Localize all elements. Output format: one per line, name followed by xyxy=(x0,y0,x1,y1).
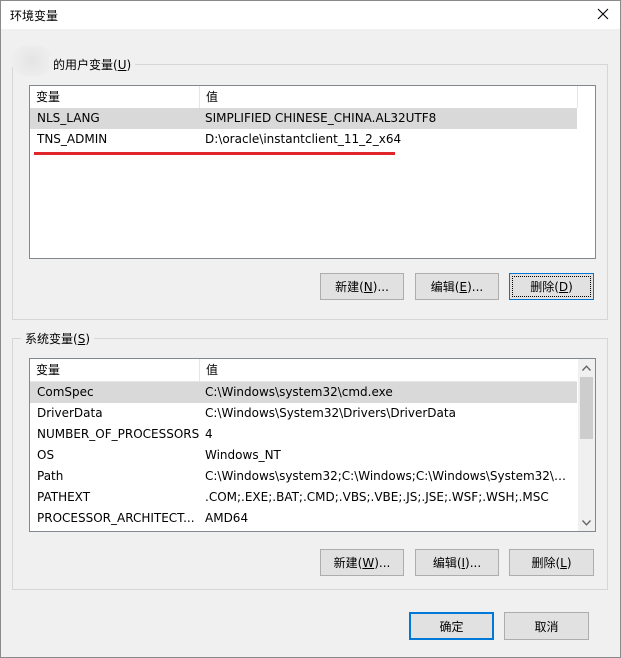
scroll-up-button[interactable] xyxy=(578,359,595,376)
list-item[interactable]: NLS_LANG SIMPLIFIED CHINESE_CHINA.AL32UT… xyxy=(30,108,577,129)
system-edit-button[interactable]: 编辑(I)... xyxy=(415,549,499,576)
variable-value: C:\Windows\System32\Drivers\DriverData xyxy=(205,406,456,420)
user-avatar-blur xyxy=(11,46,53,76)
window-title: 环境变量 xyxy=(10,9,59,23)
list-item[interactable]: PROCESSOR_ARCHITECT... AMD64 xyxy=(30,508,577,529)
user-edit-button[interactable]: 编辑(E)... xyxy=(415,273,499,300)
chevron-up-icon xyxy=(582,364,591,371)
cancel-button[interactable]: 取消 xyxy=(504,612,589,640)
chevron-down-icon xyxy=(582,519,591,526)
list-item[interactable]: ComSpec C:\Windows\system32\cmd.exe xyxy=(30,382,577,403)
system-variables-list[interactable]: 变量 值 ComSpec C:\Windows\system32\cmd.exe… xyxy=(29,358,596,532)
variable-value: D:\oracle\instantclient_11_2_x64 xyxy=(205,132,402,146)
variable-value: Windows_NT xyxy=(205,448,281,462)
list-header: 变量 值 xyxy=(30,86,578,109)
vertical-scrollbar[interactable] xyxy=(578,359,595,531)
variable-name: Path xyxy=(37,469,64,483)
column-header-name[interactable]: 变量 xyxy=(30,86,200,108)
focus-rectangle xyxy=(512,276,591,297)
scroll-down-button[interactable] xyxy=(578,514,595,531)
close-icon xyxy=(597,8,609,20)
variable-value: 4 xyxy=(205,427,213,441)
list-item[interactable]: PATHEXT .COM;.EXE;.BAT;.CMD;.VBS;.VBE;.J… xyxy=(30,487,577,508)
column-header-value[interactable]: 值 xyxy=(200,359,577,381)
environment-variables-dialog: 环境变量 的用户变量(U) 变量 值 NLS_LANG SIMPLIFIED C… xyxy=(0,0,621,658)
user-variables-list[interactable]: 变量 值 NLS_LANG SIMPLIFIED CHINESE_CHINA.A… xyxy=(29,85,596,259)
variable-name: PROCESSOR_ARCHITECT... xyxy=(37,511,195,525)
list-item[interactable]: DriverData C:\Windows\System32\Drivers\D… xyxy=(30,403,577,424)
list-header: 变量 值 xyxy=(30,359,577,382)
user-variables-label: 的用户变量(U) xyxy=(49,56,136,73)
scroll-thumb[interactable] xyxy=(580,377,593,439)
list-item[interactable]: Path C:\Windows\system32;C:\Windows;C:\W… xyxy=(30,466,577,487)
variable-value: AMD64 xyxy=(205,511,249,525)
variable-name: DriverData xyxy=(37,406,103,420)
system-variables-label: 系统变量(S) xyxy=(21,330,94,347)
variable-value: SIMPLIFIED CHINESE_CHINA.AL32UTF8 xyxy=(205,111,437,125)
variable-name: PATHEXT xyxy=(37,490,91,504)
column-header-name[interactable]: 变量 xyxy=(30,359,200,381)
variable-value: C:\Windows\system32\cmd.exe xyxy=(205,385,393,399)
column-header-value[interactable]: 值 xyxy=(200,86,578,108)
ok-button[interactable]: 确定 xyxy=(409,612,494,640)
system-delete-button[interactable]: 删除(L) xyxy=(509,549,594,576)
variable-name: NLS_LANG xyxy=(37,111,100,125)
list-item[interactable]: TNS_ADMIN D:\oracle\instantclient_11_2_x… xyxy=(30,129,577,150)
variable-value: .COM;.EXE;.BAT;.CMD;.VBS;.VBE;.JS;.JSE;.… xyxy=(205,490,549,504)
highlight-underline xyxy=(34,152,395,155)
close-button[interactable] xyxy=(592,4,614,24)
variable-value: C:\Windows\system32;C:\Windows;C:\Window… xyxy=(205,469,573,483)
list-item[interactable]: OS Windows_NT xyxy=(30,445,577,466)
title-bar: 环境变量 xyxy=(1,1,620,29)
user-delete-button[interactable]: 删除(D) xyxy=(509,273,594,300)
variable-name: ComSpec xyxy=(37,385,94,399)
variable-name: TNS_ADMIN xyxy=(37,132,108,146)
user-new-button[interactable]: 新建(N)... xyxy=(320,273,404,300)
system-new-button[interactable]: 新建(W)... xyxy=(320,549,404,576)
variable-name: OS xyxy=(37,448,55,462)
variable-name: NUMBER_OF_PROCESSORS xyxy=(37,427,200,441)
list-item[interactable]: NUMBER_OF_PROCESSORS 4 xyxy=(30,424,577,445)
